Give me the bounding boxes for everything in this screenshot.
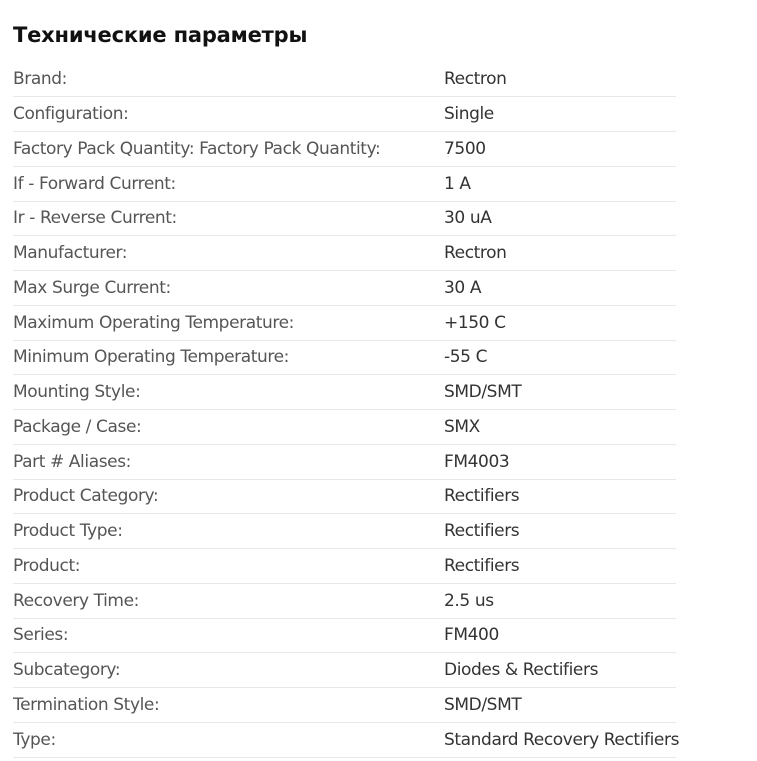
spec-label: Brand: bbox=[13, 69, 67, 90]
spec-row-configuration: Configuration: Single bbox=[13, 97, 676, 132]
spec-value: Rectifiers bbox=[444, 486, 520, 507]
tech-specs-section: Технические параметры Brand: Rectron Con… bbox=[13, 0, 680, 758]
spec-value: 2.5 us bbox=[444, 590, 494, 611]
spec-label: If - Forward Current: bbox=[13, 173, 176, 194]
spec-label: Recovery Time: bbox=[13, 590, 139, 611]
spec-row-manufacturer: Manufacturer: Rectron bbox=[13, 236, 676, 271]
spec-value: SMD/SMT bbox=[444, 694, 522, 715]
spec-row-recovery-time: Recovery Time: 2.5 us bbox=[13, 583, 676, 618]
spec-table: Brand: Rectron Configuration: Single Fac… bbox=[13, 62, 680, 758]
spec-value: Single bbox=[444, 104, 494, 125]
spec-row-termination-style: Termination Style: SMD/SMT bbox=[13, 688, 676, 723]
spec-value: Standard Recovery Rectifiers bbox=[444, 729, 680, 750]
spec-row-brand: Brand: Rectron bbox=[13, 62, 676, 97]
spec-value: -55 C bbox=[444, 347, 488, 368]
spec-row-series: Series: FM400 bbox=[13, 618, 676, 653]
spec-label: Part # Aliases: bbox=[13, 451, 132, 472]
spec-row-max-surge-current: Max Surge Current: 30 A bbox=[13, 271, 676, 306]
spec-value: Rectron bbox=[444, 69, 507, 90]
spec-row-part-aliases: Part # Aliases: FM4003 bbox=[13, 444, 676, 479]
spec-row-min-operating-temp: Minimum Operating Temperature: -55 C bbox=[13, 340, 676, 375]
section-title: Технические параметры bbox=[13, 23, 308, 47]
spec-label: Type: bbox=[13, 729, 56, 750]
spec-row-forward-current: If - Forward Current: 1 A bbox=[13, 166, 676, 201]
spec-value: 30 uA bbox=[444, 208, 492, 229]
spec-label: Max Surge Current: bbox=[13, 277, 171, 298]
spec-value: Diodes & Rectifiers bbox=[444, 660, 599, 681]
spec-row-product: Product: Rectifiers bbox=[13, 549, 676, 584]
spec-label: Package / Case: bbox=[13, 416, 142, 437]
spec-row-reverse-current: Ir - Reverse Current: 30 uA bbox=[13, 201, 676, 236]
spec-value: 7500 bbox=[444, 138, 486, 159]
spec-label: Configuration: bbox=[13, 104, 129, 125]
spec-label: Minimum Operating Temperature: bbox=[13, 347, 289, 368]
spec-row-product-type: Product Type: Rectifiers bbox=[13, 514, 676, 549]
spec-value: SMD/SMT bbox=[444, 382, 522, 403]
spec-label: Product Category: bbox=[13, 486, 159, 507]
spec-value: Rectifiers bbox=[444, 555, 520, 576]
spec-value: FM400 bbox=[444, 625, 499, 646]
spec-row-mounting-style: Mounting Style: SMD/SMT bbox=[13, 375, 676, 410]
spec-label: Ir - Reverse Current: bbox=[13, 208, 177, 229]
spec-value: FM4003 bbox=[444, 451, 510, 472]
spec-label: Subcategory: bbox=[13, 660, 121, 681]
spec-row-factory-pack-quantity: Factory Pack Quantity: Factory Pack Quan… bbox=[13, 132, 676, 167]
spec-label: Product: bbox=[13, 555, 81, 576]
spec-value: SMX bbox=[444, 416, 480, 437]
spec-value: Rectron bbox=[444, 243, 507, 264]
spec-label: Maximum Operating Temperature: bbox=[13, 312, 294, 333]
spec-label: Product Type: bbox=[13, 521, 123, 542]
spec-value: 30 A bbox=[444, 277, 482, 298]
spec-table-body: Brand: Rectron Configuration: Single Fac… bbox=[13, 62, 680, 757]
spec-value: +150 C bbox=[444, 312, 506, 333]
spec-label: Mounting Style: bbox=[13, 382, 141, 403]
spec-label: Termination Style: bbox=[13, 694, 160, 715]
spec-label: Manufacturer: bbox=[13, 243, 128, 264]
spec-value: 1 A bbox=[444, 173, 471, 194]
spec-row-type: Type: Standard Recovery Rectifiers bbox=[13, 722, 680, 757]
spec-label: Series: bbox=[13, 625, 69, 646]
spec-row-product-category: Product Category: Rectifiers bbox=[13, 479, 676, 514]
spec-label: Factory Pack Quantity: Factory Pack Quan… bbox=[13, 138, 381, 159]
spec-row-subcategory: Subcategory: Diodes & Rectifiers bbox=[13, 653, 676, 688]
spec-row-package-case: Package / Case: SMX bbox=[13, 410, 676, 445]
spec-value: Rectifiers bbox=[444, 521, 520, 542]
spec-row-max-operating-temp: Maximum Operating Temperature: +150 C bbox=[13, 305, 676, 340]
